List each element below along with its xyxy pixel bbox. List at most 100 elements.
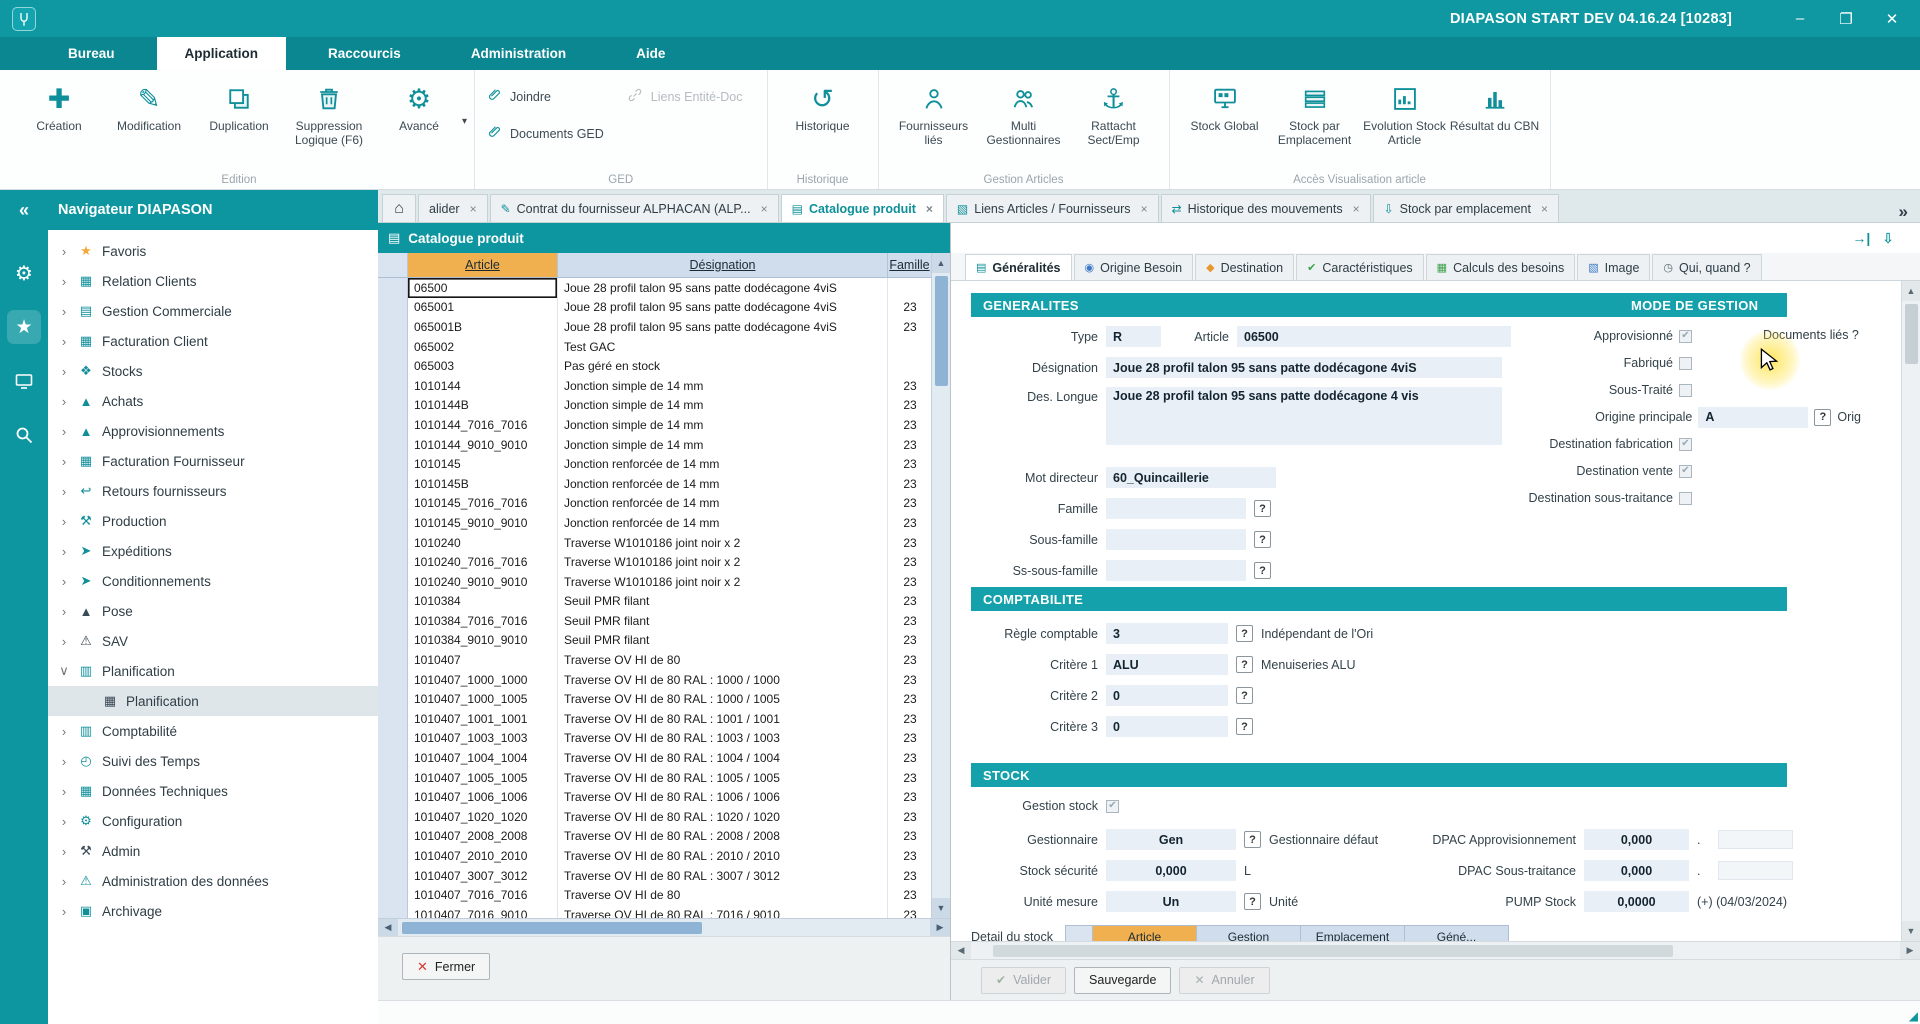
article-cell[interactable]: 1010240_9010_9010 bbox=[408, 572, 558, 592]
table-row[interactable]: 1010407_1000_1000 Traverse OV HI de 80 R… bbox=[378, 670, 950, 690]
designation-cell[interactable]: Test GAC bbox=[558, 337, 888, 357]
sidebar-item[interactable]: › ⚒ Production bbox=[48, 506, 378, 536]
row-selector-cell[interactable] bbox=[378, 552, 408, 572]
secondary-field[interactable] bbox=[1718, 830, 1793, 849]
famille-cell[interactable]: 23 bbox=[888, 631, 932, 651]
famille-cell[interactable]: 23 bbox=[888, 572, 932, 592]
article-cell[interactable]: 1010407_1000_1000 bbox=[408, 670, 558, 690]
designation-cell[interactable]: Traverse OV HI de 80 RAL : 1005 / 1005 bbox=[558, 768, 888, 788]
famille-cell[interactable]: 23 bbox=[888, 474, 932, 494]
field-value[interactable]: 0 bbox=[1106, 685, 1228, 706]
famille-cell[interactable]: 23 bbox=[888, 885, 932, 905]
table-row[interactable]: 1010145_7016_7016 Jonction renforcée de … bbox=[378, 494, 950, 514]
designation-cell[interactable]: Seuil PMR filant bbox=[558, 592, 888, 612]
famille-cell[interactable]: 23 bbox=[888, 905, 932, 918]
chevron-right-icon[interactable]: › bbox=[58, 814, 70, 829]
designation-cell[interactable]: Traverse OV HI de 80 RAL : 1003 / 1003 bbox=[558, 729, 888, 749]
famille-cell[interactable]: 23 bbox=[888, 494, 932, 514]
table-row[interactable]: 1010145_9010_9010 Jonction renforcée de … bbox=[378, 513, 950, 533]
row-selector-cell[interactable] bbox=[378, 513, 408, 533]
row-selector-cell[interactable] bbox=[378, 298, 408, 318]
menu-item[interactable]: Application bbox=[157, 37, 287, 70]
article-cell[interactable]: 1010145 bbox=[408, 454, 558, 474]
stock-par-emplacement-button[interactable]: Stock par Emplacement bbox=[1270, 74, 1360, 148]
famille-cell[interactable]: 23 bbox=[888, 376, 932, 396]
famille-cell[interactable]: 23 bbox=[888, 592, 932, 612]
chevron-right-icon[interactable]: › bbox=[58, 514, 70, 529]
chevron-right-icon[interactable]: › bbox=[58, 334, 70, 349]
joindre-button[interactable]: Joindre bbox=[485, 86, 604, 107]
row-selector-cell[interactable] bbox=[378, 846, 408, 866]
article-cell[interactable]: 1010407_1005_1005 bbox=[408, 768, 558, 788]
row-selector-cell[interactable] bbox=[378, 337, 408, 357]
famille-cell[interactable]: 23 bbox=[888, 650, 932, 670]
article-cell[interactable]: 1010145B bbox=[408, 474, 558, 494]
pull-down-icon[interactable]: ⇩ bbox=[1882, 230, 1894, 247]
row-selector-cell[interactable] bbox=[378, 631, 408, 651]
sidebar-item[interactable]: › ▦ Facturation Fournisseur bbox=[48, 446, 378, 476]
famille-cell[interactable]: 23 bbox=[888, 611, 932, 631]
sauvegarde-button[interactable]: Sauvegarde bbox=[1074, 967, 1171, 994]
chevron-right-icon[interactable]: › bbox=[58, 274, 70, 289]
table-row[interactable]: 1010407_1005_1005 Traverse OV HI de 80 R… bbox=[378, 768, 950, 788]
detail-tab[interactable]: ◷ Qui, quand ? bbox=[1652, 254, 1761, 280]
designation-cell[interactable]: Jonction renforcée de 14 mm bbox=[558, 454, 888, 474]
detail-tab[interactable]: ◉ Origine Besoin bbox=[1074, 254, 1194, 280]
row-selector-cell[interactable] bbox=[378, 592, 408, 612]
sidebar-item[interactable]: › ▦ Facturation Client bbox=[48, 326, 378, 356]
row-selector-cell[interactable] bbox=[378, 356, 408, 376]
designation-cell[interactable]: Jonction simple de 14 mm bbox=[558, 435, 888, 455]
minimize-button[interactable]: – bbox=[1790, 10, 1810, 28]
chevron-right-icon[interactable]: › bbox=[58, 454, 70, 469]
designation-cell[interactable]: Traverse OV HI de 80 RAL : 1020 / 1020 bbox=[558, 807, 888, 827]
chevron-right-icon[interactable]: › bbox=[58, 604, 70, 619]
chevron-right-icon[interactable]: › bbox=[58, 394, 70, 409]
restore-button[interactable]: ❐ bbox=[1836, 10, 1856, 28]
document-tab[interactable]: ▧ Liens Articles / Fournisseurs × bbox=[946, 194, 1159, 222]
detail-tab[interactable]: ◆ Destination bbox=[1195, 254, 1294, 280]
scroll-down-icon[interactable]: ▼ bbox=[932, 898, 950, 918]
chevron-right-icon[interactable]: › bbox=[58, 304, 70, 319]
help-button[interactable]: ? bbox=[1254, 562, 1271, 579]
checkbox-row[interactable]: Approvisionné ✔ bbox=[1381, 326, 1692, 346]
row-selector-cell[interactable] bbox=[378, 689, 408, 709]
article-cell[interactable]: 06500 bbox=[408, 278, 558, 298]
detail-tab[interactable]: ▦ Calculs des besoins bbox=[1426, 254, 1576, 280]
sidebar-item[interactable]: › ▤ Gestion Commerciale bbox=[48, 296, 378, 326]
designation-cell[interactable]: Jonction simple de 14 mm bbox=[558, 396, 888, 416]
column-header-designation[interactable]: Désignation bbox=[558, 253, 888, 277]
table-row[interactable]: 065003 Pas géré en stock bbox=[378, 356, 950, 376]
designation-cell[interactable]: Traverse W1010186 joint noir x 2 bbox=[558, 533, 888, 553]
article-cell[interactable]: 1010407_1003_1003 bbox=[408, 729, 558, 749]
table-row[interactable]: 1010407_2010_2010 Traverse OV HI de 80 R… bbox=[378, 846, 950, 866]
sidebar-item[interactable]: › ⚙ Configuration bbox=[48, 806, 378, 836]
checkbox-row[interactable]: Fabriqué bbox=[1381, 353, 1692, 373]
famille-cell[interactable]: 23 bbox=[888, 435, 932, 455]
article-cell[interactable]: 1010407_1000_1005 bbox=[408, 689, 558, 709]
detail-tab[interactable]: ✔ Caractéristiques bbox=[1296, 254, 1424, 280]
article-cell[interactable]: 1010407_7016_7016 bbox=[408, 885, 558, 905]
row-selector-cell[interactable] bbox=[378, 376, 408, 396]
designation-cell[interactable]: Seuil PMR filant bbox=[558, 631, 888, 651]
table-row[interactable]: 1010407_2008_2008 Traverse OV HI de 80 R… bbox=[378, 827, 950, 847]
designation-cell[interactable]: Traverse OV HI de 80 RAL : 1004 / 1004 bbox=[558, 748, 888, 768]
chevron-right-icon[interactable]: › bbox=[58, 904, 70, 919]
row-selector-cell[interactable] bbox=[378, 278, 408, 298]
designation-cell[interactable]: Joue 28 profil talon 95 sans patte dodéc… bbox=[558, 298, 888, 318]
article-cell[interactable]: 1010144 bbox=[408, 376, 558, 396]
table-row[interactable]: 1010240_9010_9010 Traverse W1010186 join… bbox=[378, 572, 950, 592]
row-selector-cell[interactable] bbox=[378, 709, 408, 729]
menu-item[interactable]: Raccourcis bbox=[300, 37, 429, 70]
famille-cell[interactable]: 23 bbox=[888, 670, 932, 690]
designation-cell[interactable]: Traverse OV HI de 80 RAL : 1000 / 1000 bbox=[558, 670, 888, 690]
designation-cell[interactable]: Traverse OV HI de 80 RAL : 1006 / 1006 bbox=[558, 787, 888, 807]
designation-cell[interactable]: Traverse OV HI de 80 RAL : 7016 / 9010 bbox=[558, 905, 888, 918]
sidebar-item[interactable]: › ❖ Stocks bbox=[48, 356, 378, 386]
menu-item[interactable]: Administration bbox=[443, 37, 594, 70]
avance-button[interactable]: ⚙ Avancé ▾ bbox=[374, 74, 464, 134]
table-row[interactable]: 1010384_7016_7016 Seuil PMR filant 23 bbox=[378, 611, 950, 631]
help-button[interactable]: ? bbox=[1236, 687, 1253, 704]
resize-grip-icon[interactable]: ◢ bbox=[1909, 1009, 1918, 1023]
table-row[interactable]: 065001 Joue 28 profil talon 95 sans patt… bbox=[378, 298, 950, 318]
famille-cell[interactable]: 23 bbox=[888, 513, 932, 533]
